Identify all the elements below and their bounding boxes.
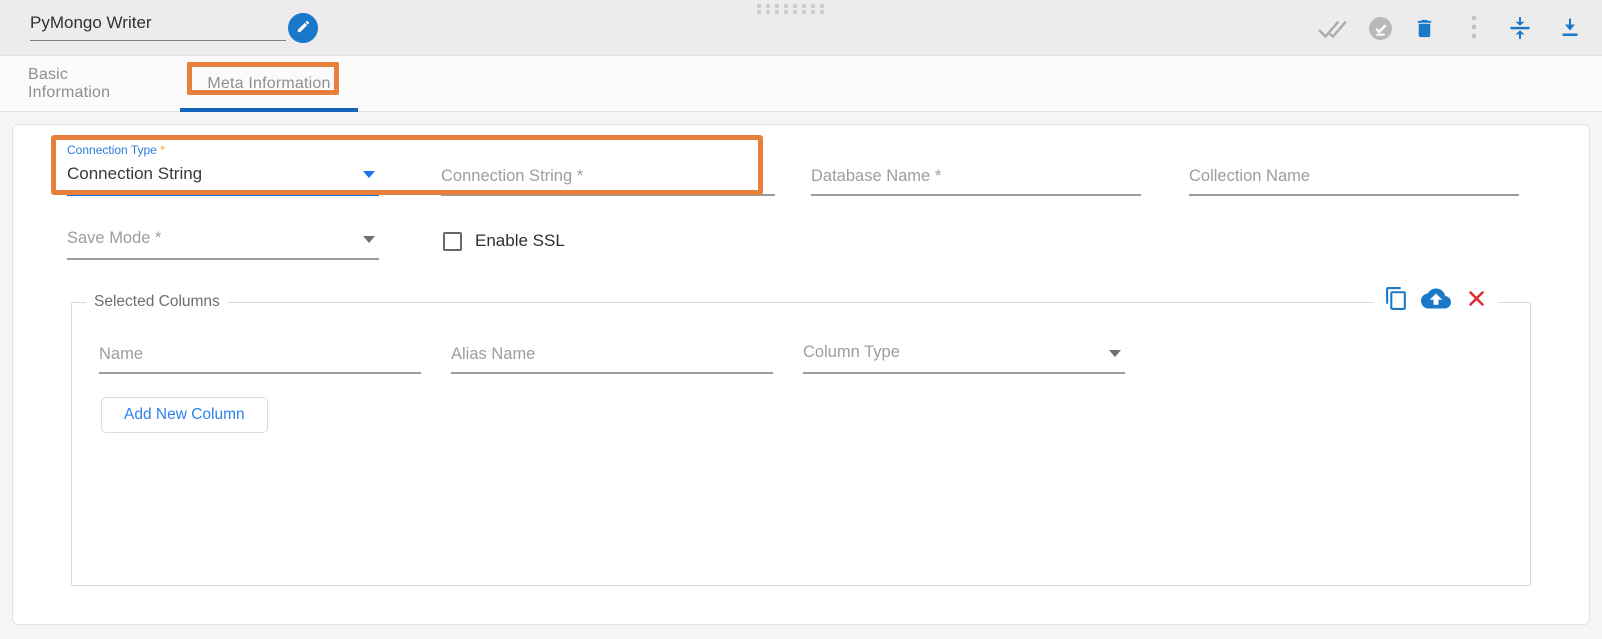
collection-name-field (1189, 165, 1519, 196)
more-options-icon[interactable] (1470, 12, 1478, 44)
remove-icon[interactable] (1453, 275, 1499, 321)
save-mode-select[interactable]: Save Mode * (67, 229, 379, 260)
content-area: Connection Type * Connection String (0, 112, 1602, 639)
pymongo-writer-config-window: Basic Information Meta Information Conne… (0, 0, 1602, 639)
connection-string-input[interactable] (441, 165, 775, 187)
component-title-input[interactable] (30, 9, 286, 41)
chevron-down-icon (363, 236, 375, 243)
header-actions (1318, 0, 1582, 56)
add-new-column-button[interactable]: Add New Column (101, 397, 268, 433)
selected-columns-section: Selected Columns (71, 293, 1531, 586)
enable-ssl-checkbox[interactable] (443, 232, 462, 251)
validate-icon[interactable] (1318, 12, 1348, 44)
selected-columns-actions (1373, 275, 1499, 321)
delete-icon[interactable] (1413, 12, 1436, 44)
tab-basic-information[interactable]: Basic Information (28, 56, 152, 111)
column-type-select[interactable]: Column Type (803, 343, 1125, 374)
database-name-field (811, 165, 1141, 196)
edit-title-button[interactable] (288, 13, 318, 43)
tab-meta-information[interactable]: Meta Information (180, 56, 358, 111)
connection-type-value: Connection String (67, 164, 379, 186)
approve-circle-icon[interactable] (1368, 12, 1393, 44)
drag-handle[interactable] (757, 4, 829, 16)
column-name-field (99, 343, 421, 374)
chevron-down-icon (1109, 350, 1121, 357)
chevron-down-icon (363, 171, 375, 178)
alias-name-field (451, 343, 773, 374)
collection-name-input[interactable] (1189, 165, 1519, 187)
required-asterisk: * (160, 143, 165, 157)
enable-ssl-label: Enable SSL (475, 231, 565, 251)
connection-string-field (441, 165, 775, 196)
pencil-icon (296, 19, 311, 37)
alias-name-input[interactable] (451, 343, 773, 365)
tab-bar: Basic Information Meta Information (0, 56, 1602, 112)
database-name-input[interactable] (811, 165, 1141, 187)
enable-ssl-option: Enable SSL (443, 231, 565, 251)
column-name-input[interactable] (99, 343, 421, 365)
header-bar (0, 0, 1602, 56)
connection-type-label: Connection Type * (67, 143, 379, 157)
connection-type-select[interactable]: Connection Type * Connection String (67, 143, 379, 196)
collapse-icon[interactable] (1508, 12, 1532, 44)
selected-columns-legend: Selected Columns (86, 293, 228, 311)
meta-information-panel: Connection Type * Connection String (12, 124, 1590, 625)
download-icon[interactable] (1558, 12, 1582, 44)
